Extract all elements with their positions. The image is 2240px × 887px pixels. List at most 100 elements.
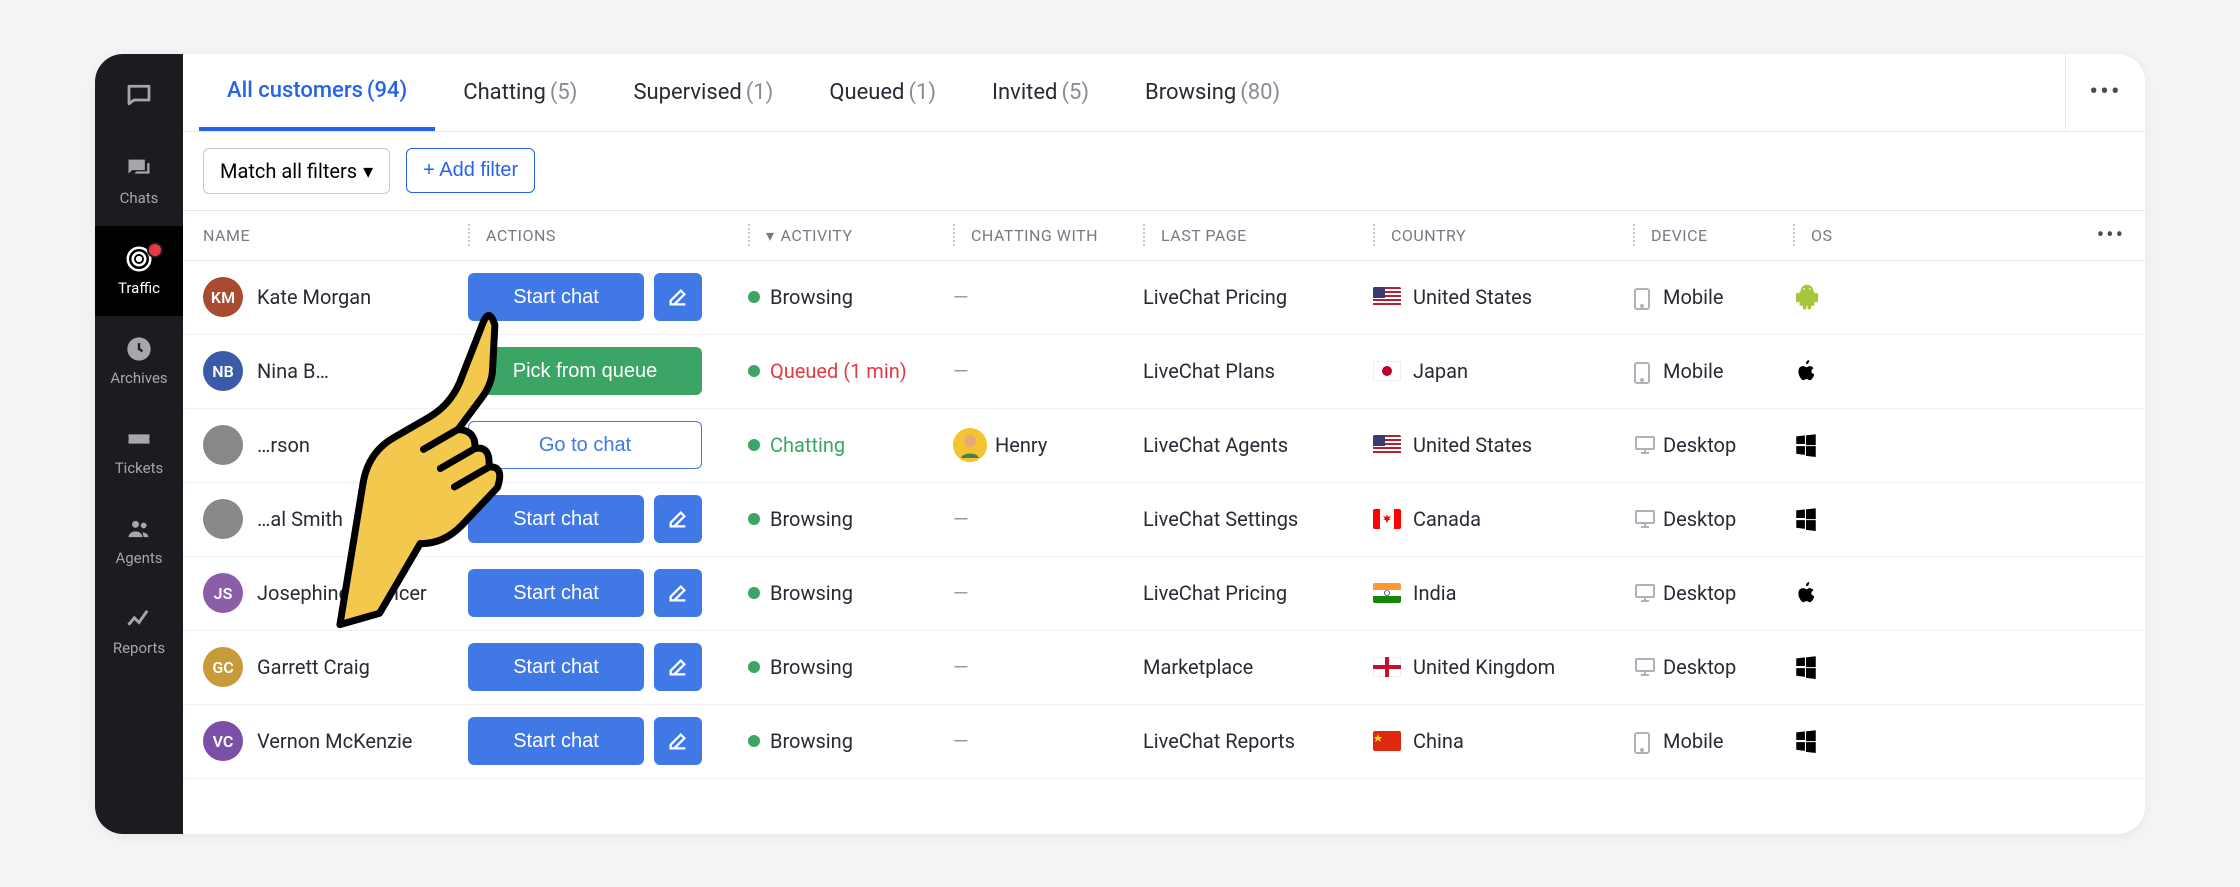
- windows-os-icon: [1793, 653, 1821, 681]
- country-name: Japan: [1413, 359, 1468, 383]
- device-type: Desktop: [1663, 507, 1736, 531]
- tab-label: Invited: [992, 80, 1057, 105]
- sidebar-item-chat-bubble[interactable]: [95, 54, 183, 136]
- header-name[interactable]: Name: [203, 226, 468, 245]
- header-last-page[interactable]: Last page: [1143, 224, 1373, 246]
- desktop-icon: [1633, 435, 1653, 455]
- flag-gb-icon: [1373, 657, 1401, 677]
- last-page: LiveChat Agents: [1143, 433, 1288, 457]
- sidebar-label: Agents: [115, 549, 162, 567]
- empty-value: —: [953, 581, 969, 605]
- agent-avatar: [953, 428, 987, 462]
- header-activity[interactable]: ▾Activity: [748, 224, 953, 246]
- column-separator-icon: [748, 224, 752, 246]
- edit-button[interactable]: [654, 569, 702, 617]
- tab-label: Queued: [829, 80, 904, 105]
- activity-status: Queued (1 min): [770, 359, 907, 383]
- activity-status: Browsing: [770, 729, 853, 753]
- header-os[interactable]: OS: [1793, 224, 1853, 246]
- header-country[interactable]: Country: [1373, 224, 1633, 246]
- tab-supervised[interactable]: Supervised(1): [605, 54, 801, 132]
- clock-icon: [124, 334, 154, 364]
- activity-status: Chatting: [770, 433, 845, 457]
- activity-status: Browsing: [770, 655, 853, 679]
- tab-count: (80): [1240, 80, 1280, 105]
- start-chat-button[interactable]: Start chat: [468, 643, 644, 691]
- sidebar-item-traffic[interactable]: Traffic: [95, 226, 183, 316]
- app-frame: Chats Traffic Archives Tickets Agents: [95, 54, 2145, 834]
- header-chatting-with[interactable]: Chatting with: [953, 224, 1143, 246]
- apple-os-icon: [1793, 357, 1821, 385]
- sidebar-item-tickets[interactable]: Tickets: [95, 406, 183, 496]
- tab-all-customers[interactable]: All customers(94): [199, 54, 435, 132]
- customer-avatar: VC: [203, 721, 243, 761]
- last-page: Marketplace: [1143, 655, 1253, 679]
- country-name: China: [1413, 729, 1464, 753]
- android-os-icon: [1793, 283, 1821, 311]
- activity-status: Browsing: [770, 507, 853, 531]
- tab-invited[interactable]: Invited(5): [964, 54, 1117, 132]
- header-device[interactable]: Device: [1633, 224, 1793, 246]
- ticket-icon: [124, 424, 154, 454]
- start-chat-button[interactable]: Start chat: [468, 717, 644, 765]
- status-dot-icon: [748, 587, 760, 599]
- edit-button[interactable]: [654, 495, 702, 543]
- flag-in-icon: [1373, 583, 1401, 603]
- tab-queued[interactable]: Queued(1): [801, 54, 964, 132]
- tab-label: Browsing: [1145, 80, 1236, 105]
- sidebar-item-archives[interactable]: Archives: [95, 316, 183, 406]
- flag-us-icon: [1373, 435, 1401, 455]
- windows-os-icon: [1793, 727, 1821, 755]
- windows-os-icon: [1793, 505, 1821, 533]
- filters-row: Match all filters ▾ + Add filter: [183, 132, 2145, 211]
- tab-count: (5): [1061, 80, 1089, 105]
- device-type: Desktop: [1663, 433, 1736, 457]
- country-name: United Kingdom: [1413, 655, 1555, 679]
- more-options-button[interactable]: •••: [2065, 54, 2145, 132]
- last-page: LiveChat Pricing: [1143, 285, 1287, 309]
- mobile-icon: [1633, 731, 1653, 751]
- flag-us-icon: [1373, 287, 1401, 307]
- status-dot-icon: [748, 365, 760, 377]
- customer-name: Kate Morgan: [257, 285, 371, 309]
- sort-caret-icon: ▾: [766, 226, 775, 245]
- agents-people-icon: [124, 514, 154, 544]
- country-name: United States: [1413, 285, 1532, 309]
- status-dot-icon: [748, 439, 760, 451]
- status-dot-icon: [748, 513, 760, 525]
- status-dot-icon: [748, 291, 760, 303]
- header-actions[interactable]: Actions: [468, 224, 748, 246]
- edit-button[interactable]: [654, 643, 702, 691]
- customer-avatar: GC: [203, 647, 243, 687]
- table-row[interactable]: GCGarrett CraigStart chatBrowsing—Market…: [183, 631, 2145, 705]
- match-filters-select[interactable]: Match all filters ▾: [203, 148, 390, 194]
- last-page: LiveChat Settings: [1143, 507, 1298, 531]
- sidebar-label: Chats: [120, 189, 159, 207]
- chat-bubble-icon: [124, 80, 154, 110]
- status-dot-icon: [748, 661, 760, 673]
- edit-button[interactable]: [654, 273, 702, 321]
- column-separator-icon: [1373, 224, 1377, 246]
- edit-button[interactable]: [654, 717, 702, 765]
- table-row[interactable]: VCVernon McKenzieStart chatBrowsing—Live…: [183, 705, 2145, 779]
- flag-ca-icon: [1373, 509, 1401, 529]
- column-separator-icon: [1793, 224, 1797, 246]
- status-dot-icon: [748, 735, 760, 747]
- sidebar-item-reports[interactable]: Reports: [95, 586, 183, 676]
- column-separator-icon: [953, 224, 957, 246]
- tab-browsing[interactable]: Browsing(80): [1117, 54, 1308, 132]
- add-filter-button[interactable]: + Add filter: [406, 148, 535, 193]
- reports-chart-icon: [124, 604, 154, 634]
- sidebar-item-chats[interactable]: Chats: [95, 136, 183, 226]
- device-type: Desktop: [1663, 655, 1736, 679]
- country-name: Canada: [1413, 507, 1481, 531]
- customer-avatar: JS: [203, 573, 243, 613]
- tab-count: (1): [746, 80, 774, 105]
- last-page: LiveChat Reports: [1143, 729, 1295, 753]
- column-options-button[interactable]: •••: [2097, 223, 2125, 248]
- start-chat-button[interactable]: Start chat: [468, 569, 644, 617]
- sidebar-item-agents[interactable]: Agents: [95, 496, 183, 586]
- tab-label: All customers: [227, 78, 363, 103]
- tab-chatting[interactable]: Chatting(5): [435, 54, 605, 132]
- flag-jp-icon: [1373, 361, 1401, 381]
